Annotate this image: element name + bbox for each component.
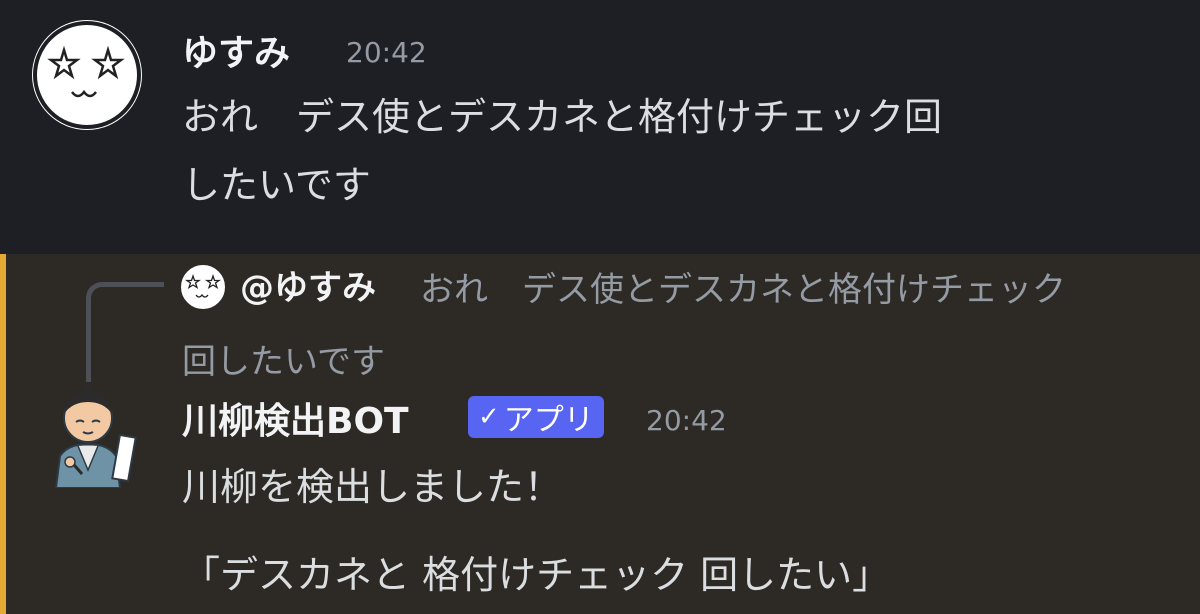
reply-avatar[interactable]	[178, 262, 228, 312]
bot-avatar[interactable]	[38, 378, 142, 488]
bot-message-line-2: 「デスカネと 格付けチェック 回したい」	[182, 553, 891, 597]
message-senryu-bot: @ゆすみ おれ デス使とデスカネと格付けチェック 回したいです 川柳検出BOT …	[0, 254, 1200, 614]
star-eyes-face-icon	[179, 263, 227, 311]
reply-mention[interactable]: @ゆすみ	[240, 260, 376, 309]
message-text-line-1: おれ デス使とデスカネと格付けチェック回	[182, 95, 943, 139]
reply-preview-line-2[interactable]: 回したいです	[182, 334, 385, 383]
message-text-line-2: したいです	[182, 163, 371, 207]
app-badge: ✓ アプリ	[468, 396, 604, 438]
writer-character-icon	[54, 384, 137, 488]
bot-message-timestamp: 20:42	[646, 404, 727, 437]
yusumi-avatar[interactable]	[32, 20, 142, 130]
checkmark-icon: ✓	[478, 402, 500, 432]
message-timestamp: 20:42	[346, 36, 427, 69]
reply-connector	[86, 282, 164, 382]
reply-preview-line-1[interactable]: おれ デス使とデスカネと格付けチェック	[420, 262, 1066, 311]
message-yusumi: ゆすみ 20:42 おれ デス使とデスカネと格付けチェック回 したいです	[0, 0, 1200, 254]
star-eyes-face-icon	[33, 21, 141, 129]
app-badge-label: アプリ	[503, 403, 594, 438]
author-name[interactable]: ゆすみ	[182, 24, 290, 76]
bot-author-name[interactable]: 川柳検出BOT	[182, 392, 409, 444]
bot-message-line-1: 川柳を検出しました！	[182, 465, 563, 509]
mention-highlight-bar	[0, 254, 6, 614]
